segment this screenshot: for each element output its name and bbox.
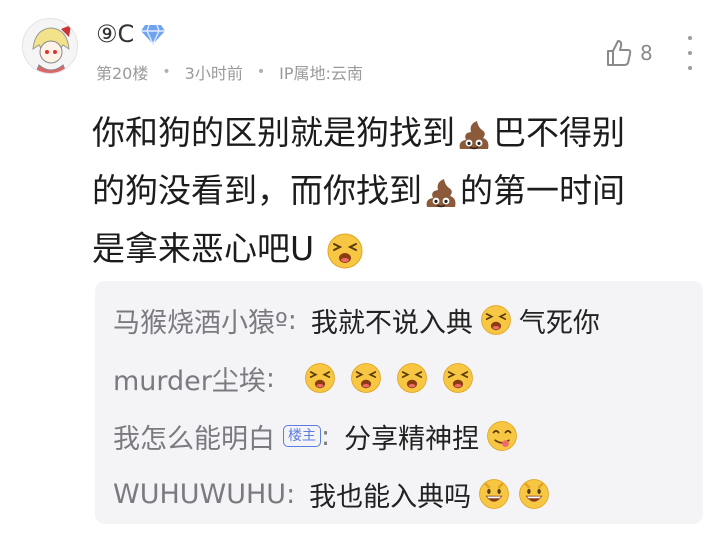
text-segment: 巴不得别 — [493, 113, 625, 152]
text-segment: 气死你 — [518, 307, 600, 339]
reply-item[interactable]: 马猴烧酒小猿º : 我就不说入典 气死你 — [113, 291, 703, 349]
comment-line: 的狗没看到，而你找到 的第一时间 — [92, 162, 692, 220]
squinting-laugh-emoji-icon — [397, 363, 427, 393]
username[interactable]: ⑨C — [96, 20, 134, 48]
text-segment: 你和狗的区别就是狗找到 — [92, 113, 455, 152]
reply-author[interactable]: 我怎么能明白 — [113, 417, 275, 456]
reply-text: 分享精神捏 — [344, 417, 519, 456]
reply-author[interactable]: murder尘埃 — [113, 359, 266, 398]
text-segment: 我就不说入典 — [310, 307, 473, 339]
reply-author[interactable]: 马猴烧酒小猿º — [113, 301, 288, 340]
comment-line: 是拿来恶心吧U — [92, 220, 692, 278]
reply-list[interactable]: 马猴烧酒小猿º : 我就不说入典 气死你 murder尘埃 : 我怎么能明白 楼… — [95, 281, 703, 524]
avatar[interactable] — [22, 18, 78, 74]
reply-item[interactable]: murder尘埃 : — [113, 349, 703, 407]
poop-emoji-icon — [459, 120, 489, 149]
reply-colon: : — [321, 420, 331, 452]
text-segment: 的第一时间 — [460, 171, 625, 210]
reply-text: 我就不说入典 气死你 — [311, 301, 600, 340]
reply-author[interactable]: WUHUWUHU — [113, 479, 286, 510]
separator-dot: • — [256, 64, 266, 80]
squinting-laugh-emoji-icon — [443, 363, 473, 393]
yum-emoji-icon — [487, 421, 517, 451]
thumbs-up-icon — [607, 40, 632, 66]
comment-card: ⑨C 第20楼 • 3小时前 • IP属地:云南 8 你和狗的区别就是狗找到 巴不… — [0, 0, 720, 539]
dot — [688, 66, 692, 70]
reply-colon: : — [287, 304, 297, 336]
op-badge: 楼主 — [283, 425, 321, 447]
comment-meta: 第20楼 • 3小时前 • IP属地:云南 — [96, 60, 363, 84]
reply-text: 我也能入典吗 — [309, 475, 551, 514]
timestamp: 3小时前 — [184, 64, 243, 83]
squinting-laugh-emoji-icon — [480, 305, 511, 335]
reply-item[interactable]: 我怎么能明白 楼主 : 分享精神捏 — [113, 407, 703, 465]
more-options-icon[interactable] — [684, 36, 696, 70]
comment-line: 你和狗的区别就是狗找到 巴不得别 — [92, 104, 692, 162]
avatar-image — [23, 19, 77, 73]
reply-item[interactable]: WUHUWUHU : 我也能入典吗 — [113, 465, 703, 523]
reply-colon: : — [286, 478, 296, 510]
text-segment: 的狗没看到，而你找到 — [92, 171, 422, 210]
squinting-laugh-emoji-icon — [305, 363, 335, 393]
text-segment: 是拿来恶心吧U — [92, 229, 315, 268]
grinning-emoji-icon — [519, 479, 550, 509]
text-segment: 分享精神捏 — [344, 423, 480, 455]
dot — [688, 51, 692, 55]
reply-colon: : — [265, 362, 275, 394]
comment-text: 你和狗的区别就是狗找到 巴不得别 的狗没看到，而你找到 的第一时间 是拿来恶心吧U — [92, 104, 692, 278]
user-row: ⑨C — [96, 20, 166, 48]
poop-emoji-icon — [426, 178, 456, 207]
dot — [688, 36, 692, 40]
grinning-emoji-icon — [479, 479, 510, 509]
reply-text — [303, 361, 475, 395]
like-button[interactable]: 8 — [604, 38, 653, 68]
like-count: 8 — [640, 41, 653, 65]
text-segment: 我也能入典吗 — [309, 481, 472, 513]
diamond-icon — [141, 24, 166, 45]
separator-dot: • — [162, 64, 171, 80]
squinting-laugh-emoji-icon — [327, 233, 363, 268]
squinting-laugh-emoji-icon — [351, 363, 381, 393]
ip-location: IP属地:云南 — [279, 64, 363, 83]
floor-number: 第20楼 — [96, 64, 149, 83]
